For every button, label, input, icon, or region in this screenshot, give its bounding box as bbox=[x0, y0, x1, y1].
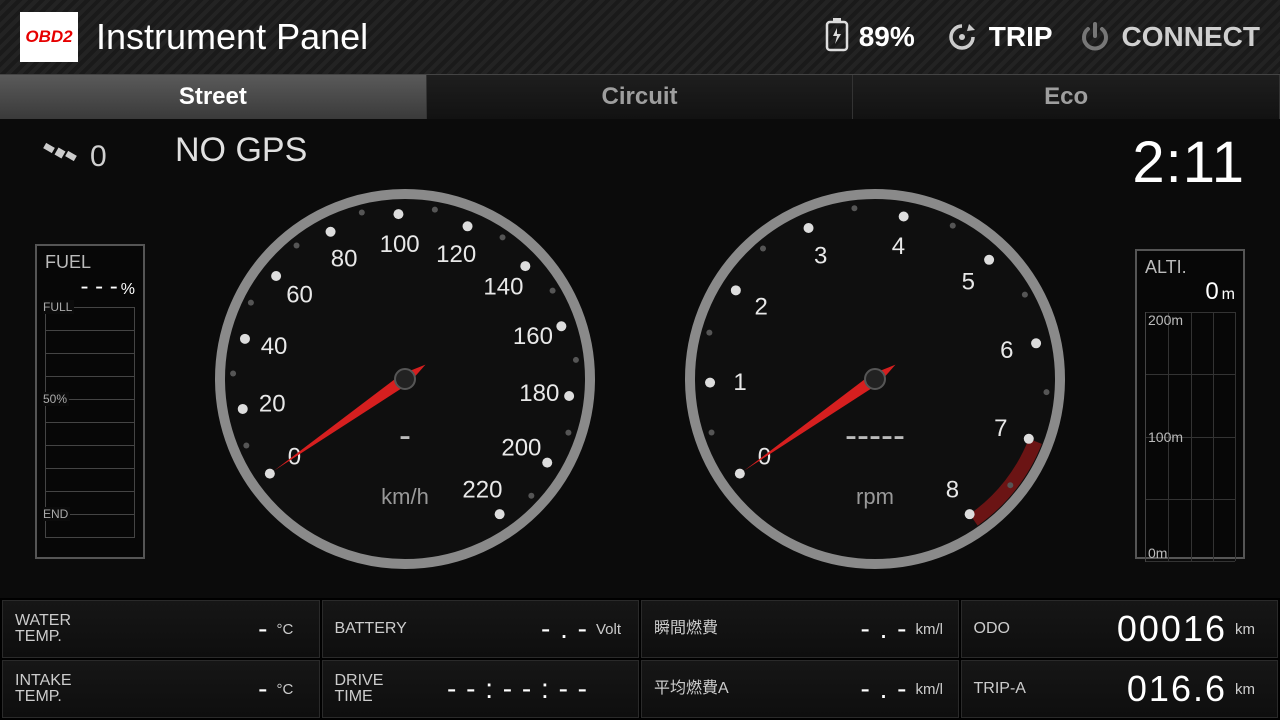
tab-bar: Street Circuit Eco bbox=[0, 75, 1280, 119]
svg-text:80: 80 bbox=[331, 246, 358, 273]
info-tile-4[interactable]: INTAKE TEMP.-°C bbox=[2, 660, 320, 718]
gps-status-text: NO GPS bbox=[175, 131, 307, 170]
tile-label: 瞬間燃費 bbox=[654, 621, 749, 637]
svg-text:2: 2 bbox=[754, 293, 767, 320]
rpm-unit: rpm bbox=[680, 484, 1070, 510]
info-tiles: WATER TEMP.-°CBATTERY- . -Volt瞬間燃費- . -k… bbox=[0, 598, 1280, 720]
tab-eco[interactable]: Eco bbox=[853, 75, 1280, 119]
connect-label: CONNECT bbox=[1122, 21, 1260, 53]
svg-text:1: 1 bbox=[733, 369, 746, 396]
info-tile-3[interactable]: ODO00016 km bbox=[961, 600, 1279, 658]
svg-text:40: 40 bbox=[261, 333, 288, 360]
page-title: Instrument Panel bbox=[96, 16, 823, 58]
obd2-logo: OBD2 bbox=[20, 12, 78, 62]
tile-label: BATTERY bbox=[335, 621, 430, 637]
svg-text:100: 100 bbox=[380, 231, 420, 258]
tile-unit: °C bbox=[277, 621, 307, 638]
tile-value: - bbox=[110, 613, 269, 645]
tile-value: 00016 bbox=[1069, 608, 1228, 650]
info-tile-2[interactable]: 瞬間燃費- . - km/l bbox=[641, 600, 959, 658]
tab-street[interactable]: Street bbox=[0, 75, 427, 119]
tile-label: TRIP-A bbox=[974, 681, 1069, 697]
tile-label: INTAKE TEMP. bbox=[15, 673, 110, 705]
dashboard-area: 0 NO GPS 2:11 FUEL - - -% FULL50%END ALT… bbox=[0, 119, 1280, 600]
app-header: OBD2 Instrument Panel 89% TRIP CONNECT bbox=[0, 0, 1280, 75]
connect-button[interactable]: CONNECT bbox=[1078, 20, 1260, 54]
info-tile-1[interactable]: BATTERY- . - Volt bbox=[322, 600, 640, 658]
info-tile-7[interactable]: TRIP-A016.6 km bbox=[961, 660, 1279, 718]
satellite-status: 0 bbox=[40, 139, 107, 174]
tile-value: - . - bbox=[749, 613, 908, 645]
satellite-icon bbox=[40, 139, 80, 174]
tile-value: - . - bbox=[430, 613, 589, 645]
svg-text:160: 160 bbox=[513, 323, 553, 350]
tile-unit: km bbox=[1235, 681, 1265, 698]
info-tile-5[interactable]: DRIVE TIME- - : - - : - - bbox=[322, 660, 640, 718]
tile-unit: km bbox=[1235, 621, 1265, 638]
svg-text:4: 4 bbox=[892, 233, 905, 260]
tile-label: 平均燃費A bbox=[654, 681, 749, 697]
power-icon bbox=[1078, 20, 1112, 54]
svg-text:120: 120 bbox=[436, 241, 476, 268]
info-tile-0[interactable]: WATER TEMP.-°C bbox=[2, 600, 320, 658]
svg-text:180: 180 bbox=[519, 380, 559, 407]
fuel-bars: FULL50%END bbox=[45, 307, 135, 537]
trip-button[interactable]: TRIP bbox=[945, 20, 1053, 54]
speed-value: - bbox=[210, 414, 600, 456]
satellite-count: 0 bbox=[90, 140, 107, 174]
tile-value: 016.6 bbox=[1069, 668, 1228, 710]
alti-value: 0m bbox=[1145, 278, 1235, 306]
tile-label: DRIVE TIME bbox=[335, 673, 430, 705]
tile-label: ODO bbox=[974, 621, 1069, 637]
speed-unit: km/h bbox=[210, 484, 600, 510]
info-tile-6[interactable]: 平均燃費A- . - km/l bbox=[641, 660, 959, 718]
tab-circuit[interactable]: Circuit bbox=[427, 75, 854, 119]
tile-unit: Volt bbox=[596, 621, 626, 638]
fuel-label: FUEL bbox=[45, 252, 135, 273]
refresh-icon bbox=[945, 20, 979, 54]
battery-status: 89% bbox=[823, 18, 915, 57]
tile-unit: km/l bbox=[916, 621, 946, 638]
tile-unit: °C bbox=[277, 681, 307, 698]
tachometer-gauge[interactable]: 012345678 ----- rpm bbox=[680, 184, 1070, 574]
svg-text:5: 5 bbox=[962, 268, 975, 295]
tile-value: - - : - - : - - bbox=[430, 673, 589, 705]
altitude-gauge[interactable]: ALTI. 0m 200m100m0m bbox=[1135, 249, 1245, 559]
svg-text:140: 140 bbox=[483, 274, 523, 301]
svg-text:6: 6 bbox=[1000, 337, 1013, 364]
battery-percent: 89% bbox=[859, 21, 915, 53]
tile-value: - bbox=[110, 673, 269, 705]
clock-display: 2:11 bbox=[1132, 129, 1245, 196]
tile-label: WATER TEMP. bbox=[15, 613, 110, 645]
tile-value: - . - bbox=[749, 673, 908, 705]
alti-scale: 200m100m0m bbox=[1145, 312, 1235, 562]
battery-icon bbox=[823, 18, 851, 57]
alti-label: ALTI. bbox=[1145, 257, 1235, 278]
fuel-gauge[interactable]: FUEL - - -% FULL50%END bbox=[35, 244, 145, 559]
trip-label: TRIP bbox=[989, 21, 1053, 53]
rpm-value: ----- bbox=[680, 414, 1070, 456]
svg-text:60: 60 bbox=[286, 282, 313, 309]
speedometer-gauge[interactable]: 020406080100120140160180200220 - km/h bbox=[210, 184, 600, 574]
tile-unit: km/l bbox=[916, 681, 946, 698]
fuel-value: - - -% bbox=[45, 273, 135, 301]
svg-text:3: 3 bbox=[814, 242, 827, 269]
